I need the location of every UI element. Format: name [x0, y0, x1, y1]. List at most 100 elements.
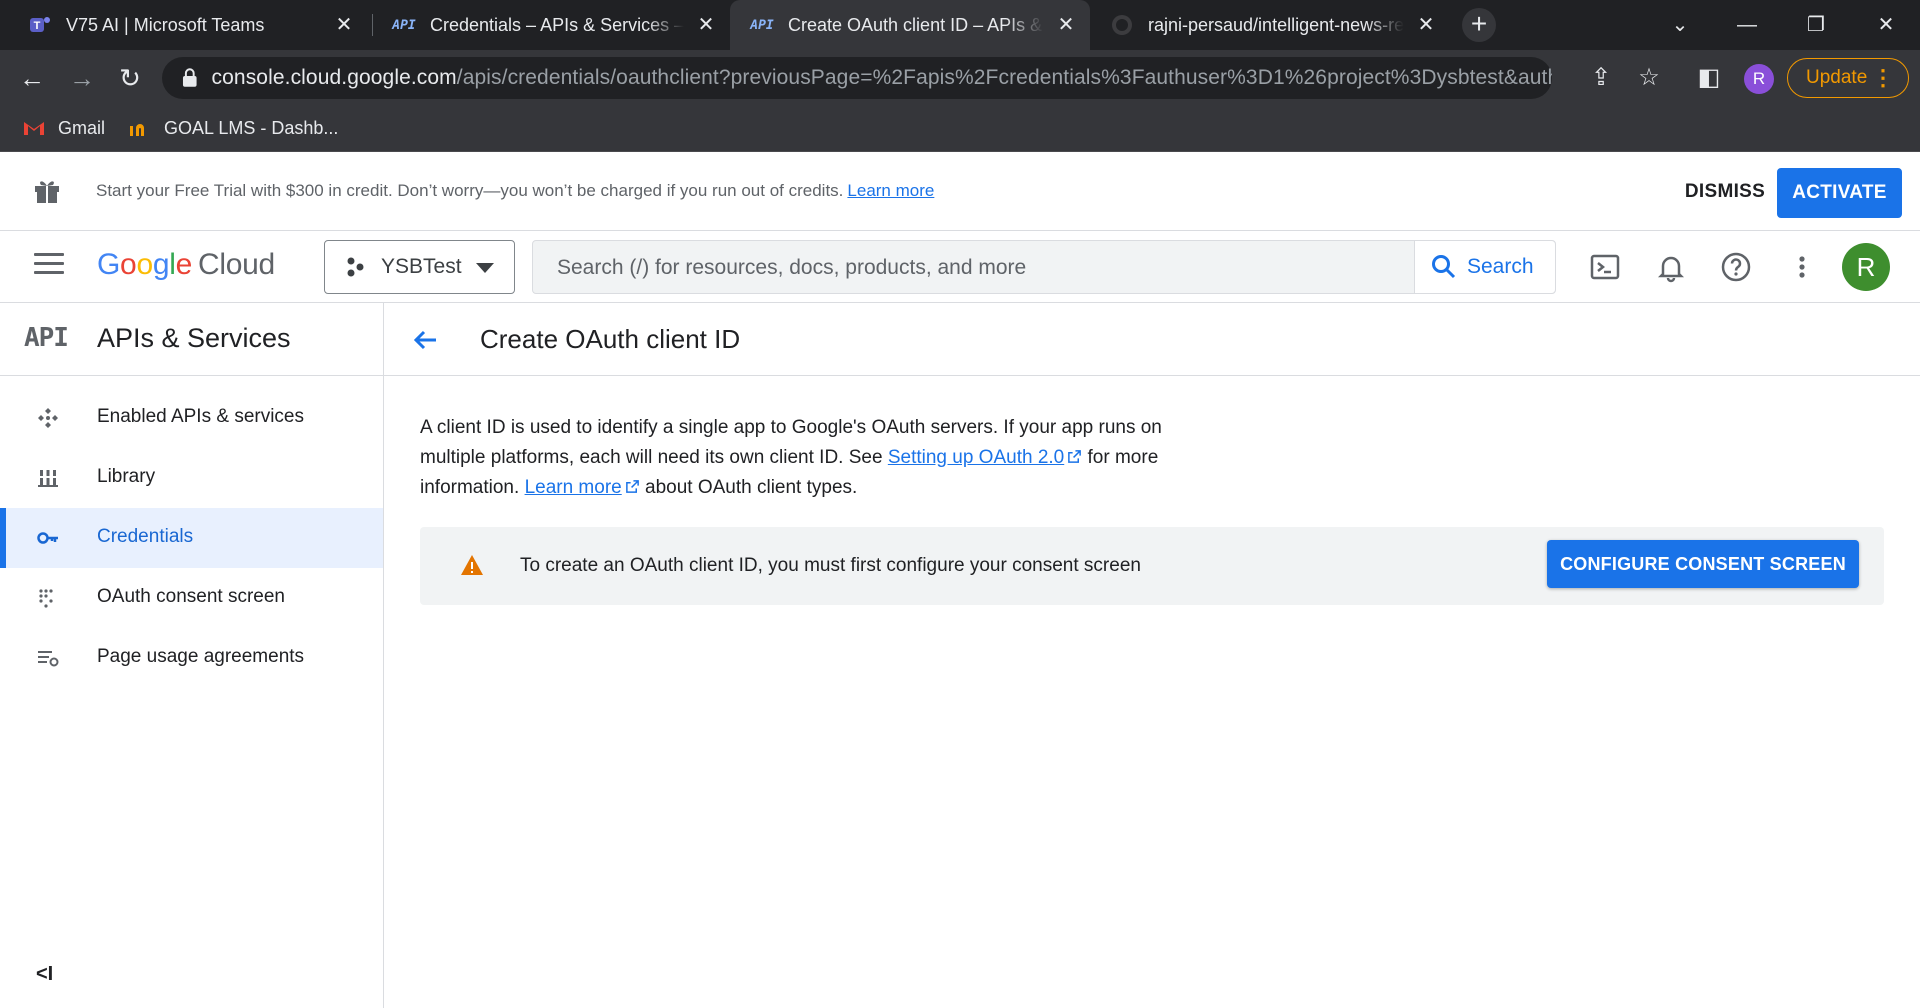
search-input[interactable]: Search (/) for resources, docs, products… [532, 240, 1556, 294]
notice-text: To create an OAuth client ID, you must f… [520, 555, 1141, 576]
sidebar-item-credentials[interactable]: Credentials [0, 508, 383, 568]
side-panel-icon[interactable]: ◧ [1695, 64, 1723, 92]
close-icon[interactable]: ✕ [1414, 13, 1438, 37]
browser-profile-avatar[interactable]: R [1744, 64, 1774, 94]
google-cloud-logo[interactable]: Google Cloud [97, 248, 275, 282]
window-close-icon[interactable]: ✕ [1866, 8, 1906, 42]
github-icon [1110, 13, 1134, 37]
bookmark-label: GOAL LMS - Dashb... [164, 117, 339, 138]
settings-list-icon [38, 651, 59, 667]
help-icon[interactable] [1720, 251, 1752, 283]
back-arrow-icon[interactable] [410, 325, 440, 355]
sidebar-header: API APIs & Services [0, 303, 383, 376]
forward-arrow-icon[interactable]: → [64, 60, 100, 96]
consent-warning-notice: To create an OAuth client ID, you must f… [420, 527, 1884, 605]
update-button[interactable]: Update ⋮ [1787, 58, 1909, 98]
tab-title: Credentials – APIs & Services – M [430, 14, 684, 35]
sidebar-item-label: Page usage agreements [97, 646, 305, 667]
sidebar-title: APIs & Services [97, 323, 291, 353]
close-icon[interactable]: ✕ [694, 13, 718, 37]
project-icon [347, 257, 364, 277]
sidebar-item-label: Enabled APIs & services [97, 406, 304, 427]
consent-screen-icon [39, 589, 53, 608]
intro-paragraph: A client ID is used to identify a single… [420, 413, 1210, 503]
browser-tab-strip: T V75 AI | Microsoft Teams ✕ API Credent… [0, 0, 1920, 50]
activate-button[interactable]: ACTIVATE [1777, 168, 1902, 218]
close-icon[interactable]: ✕ [1054, 13, 1078, 37]
search-icon [1432, 255, 1456, 279]
close-icon[interactable]: ✕ [332, 13, 356, 37]
sidebar-item-label: OAuth consent screen [97, 586, 285, 607]
bookmark-gmail[interactable]: Gmail [22, 114, 105, 142]
notifications-bell-icon[interactable] [1655, 251, 1687, 283]
search-button[interactable]: Search [1414, 241, 1555, 293]
project-selector[interactable]: YSBTest [324, 240, 515, 294]
restore-icon[interactable]: ❐ [1796, 8, 1836, 42]
api-icon: API [750, 17, 774, 33]
external-link-icon [625, 480, 639, 493]
url-text: console.cloud.google.com/apis/credential… [212, 66, 1552, 90]
tab-search-icon[interactable]: ⌄ [1660, 8, 1700, 42]
tab-title: V75 AI | Microsoft Teams [66, 14, 265, 35]
address-bar[interactable]: console.cloud.google.com/apis/credential… [162, 57, 1552, 99]
hamburger-menu-icon[interactable] [34, 253, 64, 279]
sidebar-item-library[interactable]: Library [0, 448, 383, 508]
star-icon[interactable]: ☆ [1635, 64, 1663, 92]
cloud-shell-icon[interactable] [1589, 251, 1621, 283]
page-title: Create OAuth client ID [480, 324, 741, 354]
intro-text: about OAuth client types. [645, 477, 858, 498]
more-vert-icon[interactable] [1786, 251, 1818, 283]
banner-message: Start your Free Trial with $300 in credi… [96, 181, 934, 201]
gcp-header: Google Cloud YSBTest Search (/) for resou… [0, 231, 1920, 303]
dismiss-button[interactable]: DISMISS [1660, 173, 1790, 211]
caret-down-icon [476, 263, 494, 273]
back-arrow-icon[interactable]: ← [14, 60, 50, 96]
lock-icon [182, 68, 197, 87]
external-link-icon [1068, 450, 1082, 463]
setting-up-oauth-link[interactable]: Setting up OAuth 2.0 [888, 447, 1082, 468]
bookmark-label: Gmail [58, 117, 106, 138]
menu-dots-icon: ⋮ [1872, 65, 1894, 90]
reload-icon[interactable]: ↻ [112, 60, 148, 96]
tab-microsoft-teams[interactable]: T V75 AI | Microsoft Teams ✕ [8, 0, 368, 50]
gift-icon [35, 181, 59, 203]
sidebar-item-oauth-consent[interactable]: OAuth consent screen [0, 568, 383, 628]
url-path: /apis/credentials/oauthclient?previousPa… [456, 66, 1552, 89]
bookmarks-bar: Gmail GOAL LMS - Dashb... [0, 106, 1920, 152]
configure-consent-screen-button[interactable]: CONFIGURE CONSENT SCREEN [1547, 540, 1859, 588]
gmail-icon [24, 122, 44, 135]
bookmark-goal-lms[interactable]: GOAL LMS - Dashb... [128, 114, 338, 142]
api-icon: API [392, 17, 416, 33]
collapse-sidebar-icon[interactable]: <I [36, 963, 53, 986]
account-avatar[interactable]: R [1842, 243, 1890, 291]
goal-lms-icon [130, 124, 144, 136]
warning-icon [461, 555, 483, 575]
teams-icon: T [28, 13, 52, 37]
minimize-icon[interactable]: — [1727, 8, 1767, 42]
share-icon[interactable]: ⇪ [1587, 64, 1615, 92]
banner-text: Start your Free Trial with $300 in credi… [96, 181, 844, 200]
tab-github[interactable]: rajni-persaud/intelligent-news-re ✕ [1090, 0, 1450, 50]
url-host: console.cloud.google.com [211, 66, 457, 89]
tab-title: Create OAuth client ID – APIs & S [788, 14, 1044, 35]
search-placeholder: Search (/) for resources, docs, products… [557, 256, 1027, 279]
svg-text:T: T [34, 20, 41, 32]
sidebar-item-label: Credentials [97, 526, 194, 547]
learn-more-link[interactable]: Learn more [525, 477, 640, 498]
free-trial-banner: Start your Free Trial with $300 in credi… [0, 153, 1920, 231]
project-name: YSBTest [381, 255, 462, 278]
library-icon [38, 470, 58, 487]
enabled-apis-icon [38, 408, 58, 428]
sidebar-item-page-usage[interactable]: Page usage agreements [0, 628, 383, 688]
api-logo-icon: API [24, 323, 69, 353]
browser-toolbar: ← → ↻ console.cloud.google.com/apis/cred… [0, 50, 1920, 106]
new-tab-button[interactable]: + [1462, 8, 1496, 42]
tab-title: rajni-persaud/intelligent-news-re [1148, 14, 1404, 35]
banner-learn-more-link[interactable]: Learn more [847, 181, 934, 200]
update-label: Update [1806, 67, 1868, 88]
tab-create-oauth-client[interactable]: API Create OAuth client ID – APIs & S ✕ [730, 0, 1090, 50]
tab-credentials[interactable]: API Credentials – APIs & Services – M ✕ [372, 0, 730, 50]
sidebar-item-enabled-apis[interactable]: Enabled APIs & services [0, 388, 383, 448]
search-button-label: Search [1467, 255, 1534, 278]
sidebar-item-label: Library [97, 466, 156, 487]
